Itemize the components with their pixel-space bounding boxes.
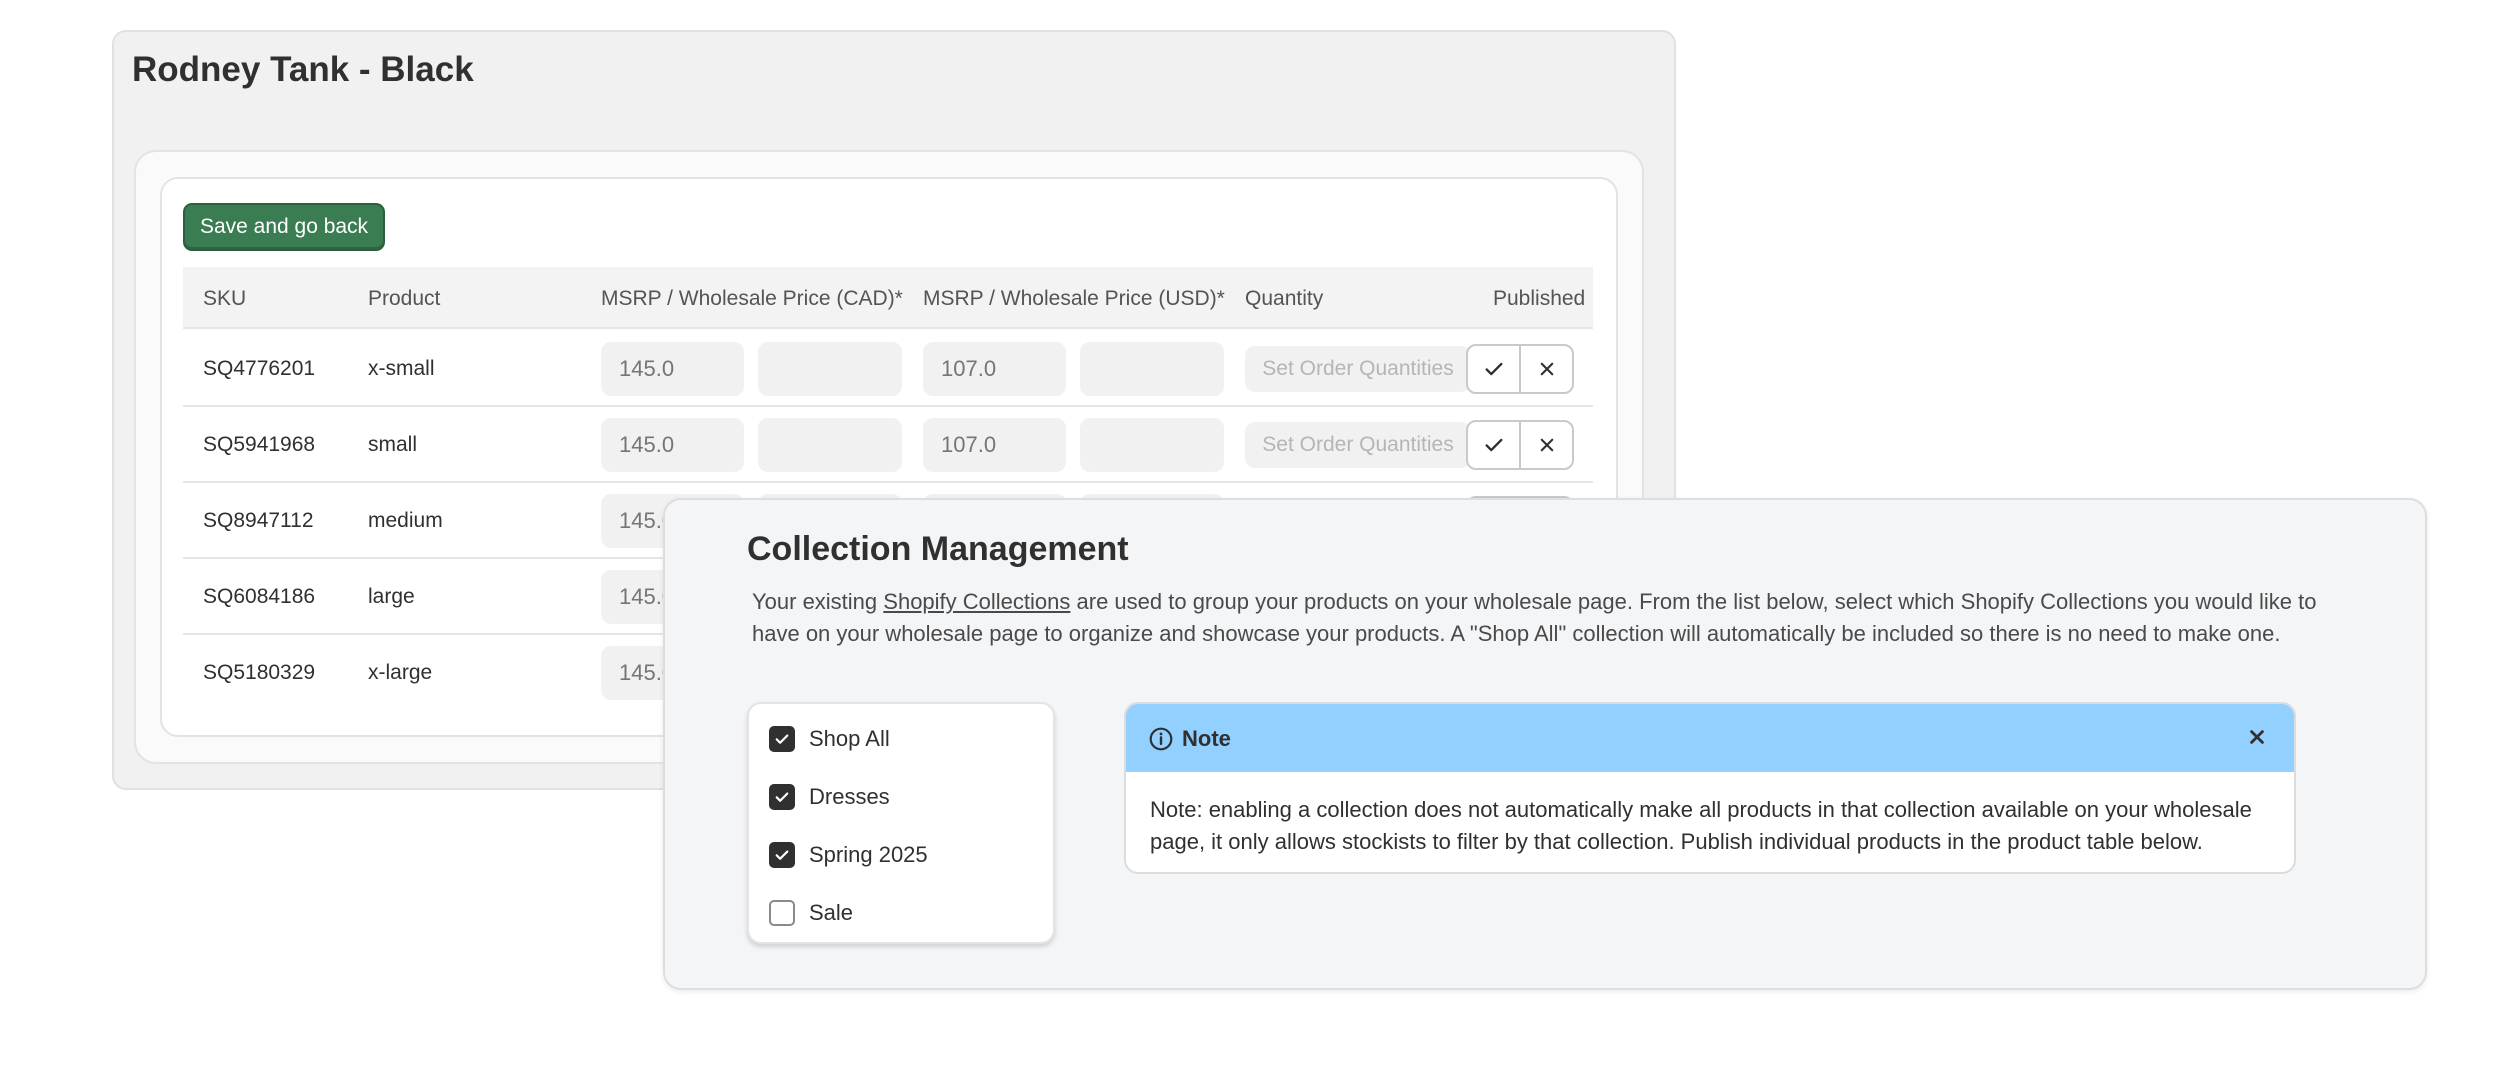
msrp-usd-input[interactable] xyxy=(923,418,1066,472)
info-icon xyxy=(1149,727,1173,751)
column-header-published: Published xyxy=(1493,287,1586,310)
close-icon[interactable] xyxy=(1521,346,1572,392)
note-banner: Note Note: enabling a collection does no… xyxy=(1124,702,2296,874)
collection-item-shop-all[interactable]: Shop All xyxy=(769,724,890,754)
checkmark-icon[interactable] xyxy=(1468,422,1521,468)
shopify-collections-link[interactable]: Shopify Collections xyxy=(883,589,1070,614)
product-cell: small xyxy=(368,433,418,456)
set-order-quantities-button[interactable]: Set Order Quantities xyxy=(1245,346,1471,392)
msrp-cad-input[interactable] xyxy=(601,418,744,472)
collection-list: Shop All Dresses Spring 2025 Sale xyxy=(747,702,1055,944)
set-order-quantities-button[interactable]: Set Order Quantities xyxy=(1245,422,1471,468)
note-title: Note xyxy=(1182,726,1231,751)
page-title: Rodney Tank - Black xyxy=(132,50,474,89)
checkmark-icon[interactable] xyxy=(1468,346,1521,392)
wholesale-usd-input[interactable] xyxy=(1080,418,1224,472)
table-row: SQ5941968 small Set Order Quantities xyxy=(183,407,1593,483)
sku-cell: SQ6084186 xyxy=(203,585,316,608)
product-cell: x-small xyxy=(368,357,435,380)
description-prefix: Your existing xyxy=(752,589,884,614)
column-header-sku: SKU xyxy=(203,287,247,310)
collection-label: Sale xyxy=(809,900,854,925)
collection-label: Spring 2025 xyxy=(809,842,928,867)
sku-cell: SQ8947112 xyxy=(203,509,314,532)
sku-cell: SQ4776201 xyxy=(203,357,316,380)
msrp-cad-input[interactable] xyxy=(601,342,744,396)
checkbox-unchecked-icon[interactable] xyxy=(769,900,795,926)
wholesale-cad-input[interactable] xyxy=(758,418,902,472)
note-header: Note xyxy=(1126,704,2294,772)
collection-item-dresses[interactable]: Dresses xyxy=(769,782,890,812)
collection-description: Your existing Shopify Collections are us… xyxy=(752,586,2342,650)
note-body: Note: enabling a collection does not aut… xyxy=(1150,797,2252,854)
close-icon[interactable] xyxy=(1521,422,1572,468)
checkbox-checked-icon[interactable] xyxy=(769,726,795,752)
close-icon[interactable] xyxy=(2244,724,2270,750)
table-row: SQ4776201 x-small Set Order Quantities xyxy=(183,331,1593,407)
column-header-price-cad: MSRP / Wholesale Price (CAD)* xyxy=(601,287,903,310)
column-header-product: Product xyxy=(368,287,441,310)
published-toggle xyxy=(1466,420,1574,470)
published-toggle xyxy=(1466,344,1574,394)
save-and-go-back-button[interactable]: Save and go back xyxy=(183,203,385,251)
product-cell: large xyxy=(368,585,415,608)
checkbox-checked-icon[interactable] xyxy=(769,784,795,810)
collection-label: Dresses xyxy=(809,784,890,809)
column-header-price-usd: MSRP / Wholesale Price (USD)* xyxy=(923,287,1225,310)
sku-cell: SQ5941968 xyxy=(203,433,316,456)
table-header: SKU Product MSRP / Wholesale Price (CAD)… xyxy=(183,267,1593,329)
collection-item-spring-2025[interactable]: Spring 2025 xyxy=(769,840,928,870)
checkbox-checked-icon[interactable] xyxy=(769,842,795,868)
collection-item-sale[interactable]: Sale xyxy=(769,898,853,928)
collection-label: Shop All xyxy=(809,726,890,751)
product-cell: medium xyxy=(368,509,443,532)
msrp-usd-input[interactable] xyxy=(923,342,1066,396)
wholesale-cad-input[interactable] xyxy=(758,342,902,396)
product-cell: x-large xyxy=(368,661,433,684)
wholesale-usd-input[interactable] xyxy=(1080,342,1224,396)
sku-cell: SQ5180329 xyxy=(203,661,316,684)
column-header-quantity: Quantity xyxy=(1245,287,1324,310)
collection-title: Collection Management xyxy=(747,530,1129,568)
